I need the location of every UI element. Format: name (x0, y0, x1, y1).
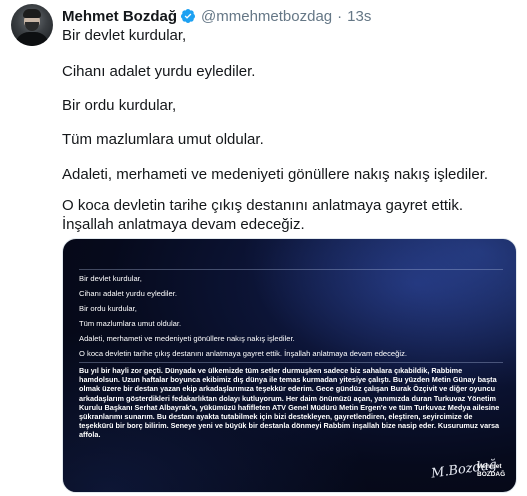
tweet-line: Adaleti, merhameti ve medeniyeti gönülle… (62, 166, 489, 183)
author-name[interactable]: Mehmet Bozdağ (62, 8, 177, 25)
author-handle[interactable]: @mmehmetbozdag (201, 8, 332, 25)
tweet-header: Mehmet Bozdağ @mmehmetbozdag · 13s (62, 7, 371, 25)
tweet-line: O koca devletin tarihe çıkış destanını a… (62, 197, 464, 233)
signature-first-name: Mehmet (477, 463, 502, 470)
media-line: Adaleti, merhameti ve medeniyeti gönülle… (79, 334, 295, 343)
media-divider (79, 362, 503, 363)
tweet[interactable]: Mehmet Bozdağ @mmehmetbozdag · 13s Bir d… (0, 0, 527, 496)
tweet-line: Tüm mazlumlara umut oldular. (62, 131, 264, 148)
verified-badge-icon (180, 8, 196, 24)
signature-last-name: BOZDAĞ (477, 471, 506, 478)
tweet-line: Bir ordu kurdular, (62, 97, 177, 114)
tweet-line: Cihanı adalet yurdu eylediler. (62, 63, 256, 80)
media-paragraph: Bu yıl bir hayli zor geçti. Dünyada ve ü… (79, 366, 500, 440)
media-line: Bir devlet kurdular, (79, 274, 142, 283)
media-line: Bir ordu kurdular, (79, 304, 137, 313)
media-line: O koca devletin tarihe çıkış destanını a… (79, 349, 407, 358)
media-line: Cihanı adalet yurdu eylediler. (79, 289, 177, 298)
media-divider (79, 269, 503, 270)
tweet-timestamp[interactable]: 13s (347, 8, 371, 25)
avatar[interactable] (11, 4, 53, 46)
tweet-line: Bir devlet kurdular, (62, 27, 187, 44)
media-line: Tüm mazlumlara umut oldular. (79, 319, 182, 328)
separator-dot: · (337, 7, 343, 25)
tweet-media-image[interactable]: Bir devlet kurdular, Cihanı adalet yurdu… (62, 238, 517, 493)
signature-name: Mehmet BOZDAĞ (477, 463, 505, 479)
